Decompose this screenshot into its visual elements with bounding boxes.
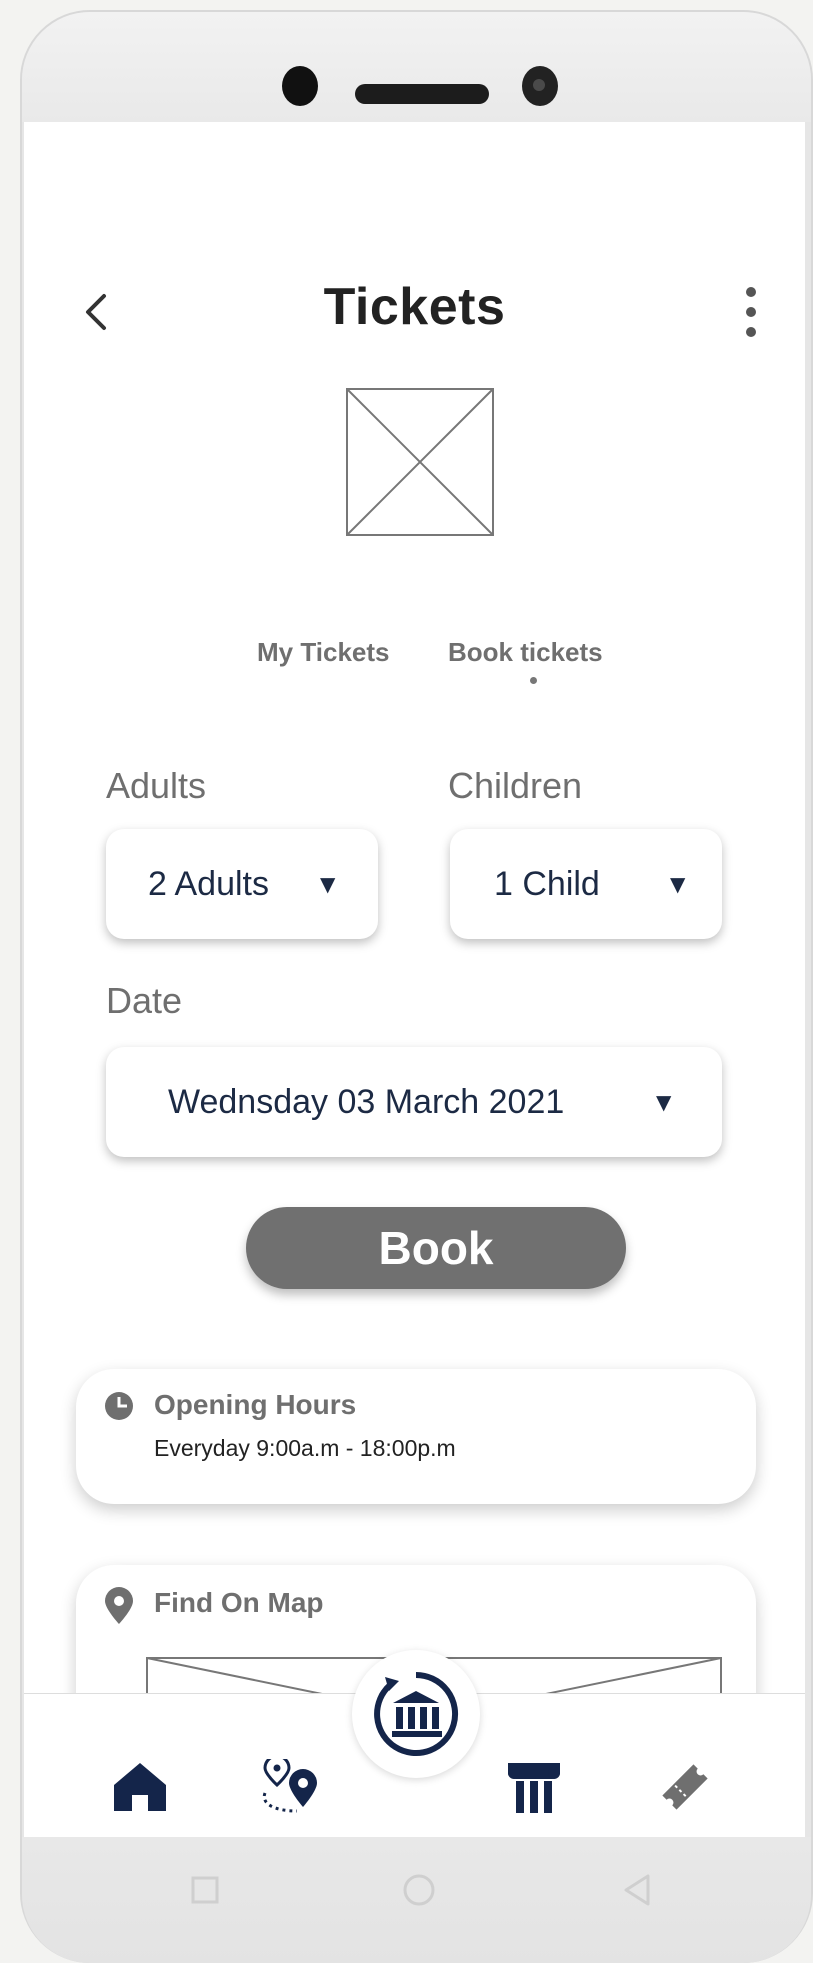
front-camera <box>522 66 558 106</box>
map-pin-icon <box>105 1587 133 1624</box>
more-options-button[interactable] <box>736 287 766 337</box>
front-sensor <box>282 66 318 106</box>
date-select[interactable]: Wednsday 03 March 2021 ▼ <box>106 1047 722 1157</box>
earpiece-speaker <box>355 84 489 104</box>
clock-icon <box>105 1392 133 1420</box>
dot <box>746 327 756 337</box>
home-icon <box>114 1763 166 1811</box>
nav-route-map[interactable] <box>257 1752 327 1822</box>
tab-book-tickets[interactable]: Book tickets <box>448 637 603 668</box>
column-icon <box>508 1763 560 1813</box>
opening-hours-card: Opening Hours Everyday 9:00a.m - 18:00p.… <box>76 1369 756 1504</box>
nav-tickets[interactable] <box>650 1752 720 1822</box>
opening-hours-title: Opening Hours <box>154 1389 357 1420</box>
nav-museum-center[interactable] <box>352 1650 480 1778</box>
app-screen: Tickets My Tickets Book tickets Adults C… <box>24 122 805 1837</box>
image-placeholder-icon <box>346 388 494 536</box>
caret-down-icon: ▼ <box>656 1090 672 1114</box>
book-button[interactable]: Book <box>246 1207 626 1289</box>
nav-column[interactable] <box>499 1752 569 1822</box>
children-label: Children <box>448 765 583 806</box>
adults-label: Adults <box>106 765 207 806</box>
opening-hours-text: Everyday 9:00a.m - 18:00p.m <box>154 1435 456 1461</box>
nav-home[interactable] <box>105 1752 175 1822</box>
museum-icon <box>374 1672 459 1756</box>
date-value: Wednsday 03 March 2021 <box>168 1082 565 1121</box>
phone-frame: Tickets My Tickets Book tickets Adults C… <box>20 10 813 1963</box>
back-triangle-icon[interactable] <box>622 1873 652 1907</box>
caret-down-icon: ▼ <box>320 872 336 896</box>
recent-apps-icon[interactable] <box>190 1875 220 1905</box>
find-on-map-title: Find On Map <box>154 1587 324 1618</box>
date-label: Date <box>106 980 183 1021</box>
route-map-icon <box>262 1759 317 1813</box>
phone-bottom-bezel <box>22 1837 811 1963</box>
ticket-icon <box>662 1764 708 1810</box>
adults-value: 2 Adults <box>148 864 269 903</box>
children-select[interactable]: 1 Child ▼ <box>450 829 722 939</box>
active-tab-indicator <box>530 677 537 684</box>
phone-top-bezel <box>22 12 811 122</box>
home-button-icon[interactable] <box>402 1873 436 1907</box>
page-title: Tickets <box>323 278 506 336</box>
tab-my-tickets[interactable]: My Tickets <box>257 637 389 668</box>
adults-select[interactable]: 2 Adults ▼ <box>106 829 378 939</box>
dot <box>746 307 756 317</box>
caret-down-icon: ▼ <box>670 872 686 896</box>
dot <box>746 287 756 297</box>
children-value: 1 Child <box>494 864 600 903</box>
